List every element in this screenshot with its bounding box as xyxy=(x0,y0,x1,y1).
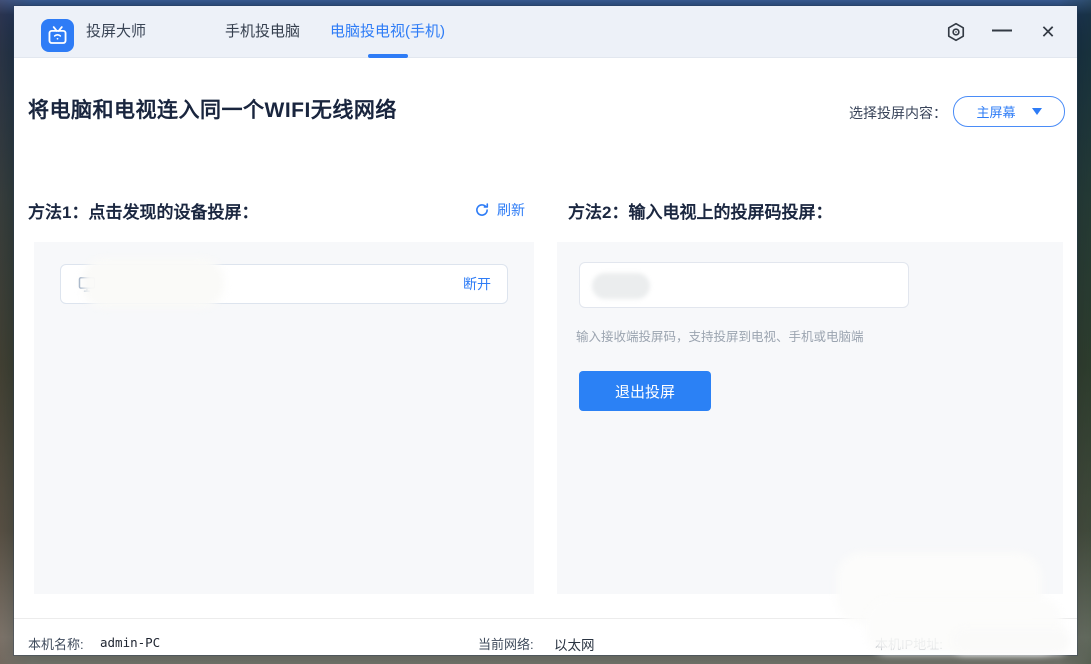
app-window: 投屏大师 手机投电脑 电脑投电视(手机) — ✕ 将电脑和电视连入同一个WIFI… xyxy=(14,6,1077,655)
settings-icon[interactable] xyxy=(943,19,969,45)
host-name-label: 本机名称: xyxy=(28,637,84,652)
tab-phone-to-pc[interactable]: 手机投电脑 xyxy=(225,6,300,58)
app-title: 投屏大师 xyxy=(86,23,147,40)
exit-cast-button[interactable]: 退出投屏 xyxy=(579,371,711,411)
method2-title: 方法2：输入电视上的投屏码投屏： xyxy=(568,203,833,222)
network-label: 当前网络: xyxy=(478,637,534,652)
network-value: 以太网 xyxy=(554,638,595,653)
disconnect-button[interactable]: 断开 xyxy=(463,274,491,294)
active-tab-underline xyxy=(368,54,408,58)
select-content-label: 选择投屏内容： xyxy=(849,105,947,121)
cast-code-hint: 输入接收端投屏码，支持投屏到电视、手机或电脑端 xyxy=(576,330,864,344)
redaction-blur-code xyxy=(592,273,650,299)
refresh-button[interactable]: 刷新 xyxy=(474,200,525,220)
redaction-blur-device-name xyxy=(82,258,224,308)
method1-title: 方法1：点击发现的设备投屏： xyxy=(28,203,259,222)
chevron-down-icon xyxy=(1031,108,1042,115)
window-controls: — ✕ xyxy=(943,6,1061,58)
close-button[interactable]: ✕ xyxy=(1035,19,1061,45)
refresh-icon xyxy=(476,203,489,216)
screen-source-dropdown[interactable]: 主屏幕 xyxy=(953,96,1065,127)
app-logo-icon xyxy=(41,19,74,52)
host-name-value: admin-PC xyxy=(100,635,161,650)
page-title: 将电脑和电视连入同一个WIFI无线网络 xyxy=(28,99,397,122)
tab-pc-to-tv[interactable]: 电脑投电视(手机) xyxy=(330,6,445,58)
screen-source-value: 主屏幕 xyxy=(976,105,1016,120)
minimize-button[interactable]: — xyxy=(989,19,1015,45)
title-bar: 投屏大师 手机投电脑 电脑投电视(手机) — ✕ xyxy=(14,6,1077,58)
redaction-blur-ip-value xyxy=(952,628,1070,654)
refresh-label: 刷新 xyxy=(497,202,525,218)
